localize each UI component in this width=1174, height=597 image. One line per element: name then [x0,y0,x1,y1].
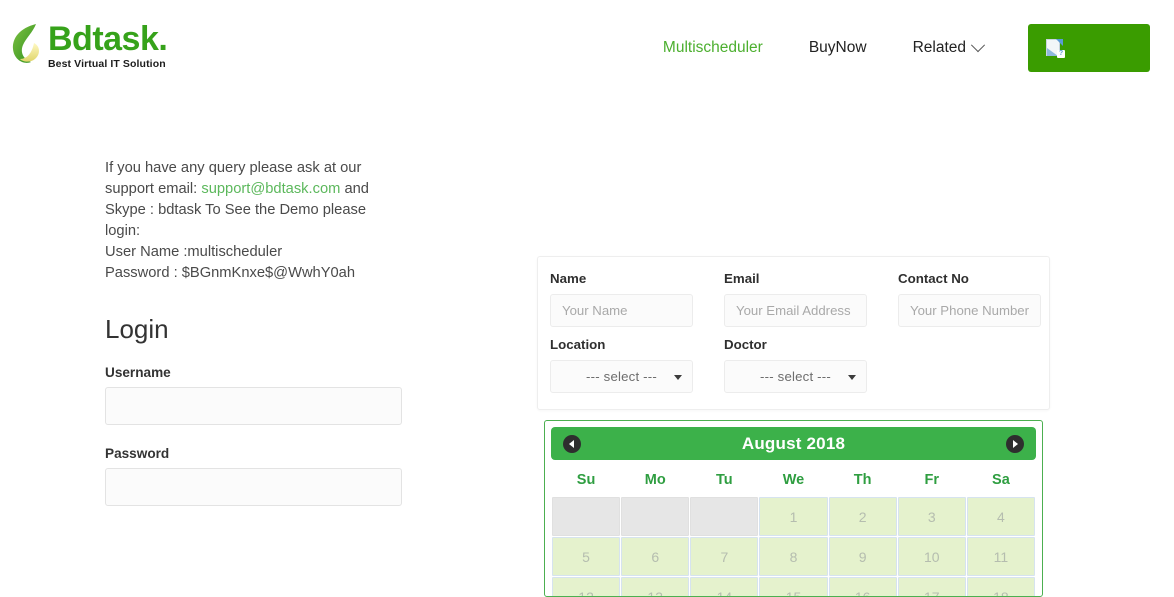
weekday-we: We [759,464,828,496]
info-line-6-password: Password : $BGnmKnxe$@WwhY0ah [105,265,356,281]
calendar-next-month-button[interactable] [1006,434,1024,453]
appointment-form-panel: Name Email Contact No Location --- selec… [537,256,1050,410]
name-label: Name [550,271,587,286]
caret-down-icon [674,374,682,380]
form-row-1: Name Email Contact No [550,271,1041,327]
calendar-day-cell[interactable]: 17 [897,577,966,596]
nav-item-related[interactable]: Related [890,36,1006,60]
info-line-2-suffix: and [340,181,369,197]
password-label: Password [105,446,170,461]
nav-item-multischeduler[interactable]: Multischeduler [640,36,786,60]
calendar-day-cell[interactable]: 2 [828,497,897,536]
info-line-3: Skype : bdtask To See the Demo please [105,202,366,218]
weekday-fr: Fr [897,464,966,496]
weekday-tu: Tu [690,464,759,496]
login-heading: Login [105,314,169,344]
calendar-day-cell[interactable]: 6 [621,537,690,576]
form-row-2: Location --- select --- Doctor --- selec… [550,337,1037,393]
calendar-day-cell[interactable]: 4 [966,497,1035,536]
info-line-5-username: User Name :multischeduler [105,244,283,260]
site-header: Bdtask. Best Virtual IT Solution Multisc… [0,0,1174,96]
contact-no-label: Contact No [898,271,969,286]
form-group-spacer [898,337,1037,393]
calendar-day-cell[interactable]: 18 [966,577,1035,596]
form-group-name: Name [550,271,693,327]
support-info-text: If you have any query please ask at our … [105,158,405,284]
calendar-week-row: 5 6 7 8 9 10 11 [552,537,1035,576]
form-group-doctor: Doctor --- select --- [724,337,867,393]
calendar-day-cell[interactable]: 3 [897,497,966,536]
name-input[interactable] [550,294,693,327]
calendar-day-cell[interactable]: 1 [759,497,828,536]
calendar-prev-month-button[interactable] [563,434,581,453]
location-select-value: --- select --- [586,369,657,384]
form-group-email: Email [724,271,867,327]
nav-item-related-label: Related [912,39,966,56]
doctor-select[interactable]: --- select --- [724,360,867,393]
calendar-day-cell[interactable]: 15 [759,577,828,596]
weekday-su: Su [552,464,621,496]
weekday-th: Th [828,464,897,496]
brand-text: Bdtask. Best Virtual IT Solution [48,20,168,70]
username-input[interactable] [105,387,402,425]
calendar-day-cell[interactable]: 8 [759,537,828,576]
email-label: Email [724,271,760,286]
calendar-day-cell[interactable]: 10 [897,537,966,576]
support-email-link[interactable]: support@bdtask.com [201,181,340,197]
calendar-body: 1 2 3 4 5 6 7 8 9 10 11 12 13 14 15 16 17 18 [552,497,1035,596]
nav-cta-button[interactable]: ? [1028,24,1150,72]
caret-down-icon [848,374,856,380]
form-group-contact: Contact No [898,271,1041,327]
chevron-down-icon [970,38,986,53]
calendar-empty-cell [621,497,690,536]
doctor-label: Doctor [724,337,767,352]
doctor-select-value: --- select --- [760,369,831,384]
calendar-day-cell[interactable]: 7 [690,537,759,576]
brand-tagline: Best Virtual IT Solution [48,58,166,70]
info-line-2-prefix: support email: [105,181,202,197]
left-column: If you have any query please ask at our … [105,158,405,506]
weekday-mo: Mo [621,464,690,496]
brand-logo[interactable]: Bdtask. Best Virtual IT Solution [10,20,168,70]
calendar-weekday-row: Su Mo Tu We Th Fr Sa [552,464,1035,496]
email-input[interactable] [724,294,867,327]
calendar-day-cell[interactable]: 12 [552,577,621,596]
calendar-empty-cell [552,497,621,536]
calendar-month-title: August 2018 [741,433,846,453]
calendar-week-row: 1234 [552,497,1035,536]
nav-item-buynow[interactable]: BuyNow [786,36,890,60]
weekday-sa: Sa [966,464,1035,496]
calendar-weekday-header: Su Mo Tu We Th Fr Sa [552,464,1035,496]
calendar-header: August 2018 [551,427,1036,460]
calendar-day-cell[interactable]: 5 [552,537,621,576]
info-line-1: If you have any query please ask at our [105,160,362,176]
calendar-day-cell[interactable]: 16 [828,577,897,596]
calendar-widget: August 2018 Su Mo Tu We Th Fr Sa 1234567… [544,420,1043,597]
contact-no-input[interactable] [898,294,1041,327]
calendar-day-cell[interactable]: 14 [690,577,759,596]
password-input[interactable] [105,468,402,506]
location-label: Location [550,337,606,352]
username-label: Username [105,365,171,380]
calendar-week-row: 12 13 14 15 16 17 18 [552,577,1035,596]
calendar-empty-cell [690,497,759,536]
calendar-day-cell[interactable]: 13 [621,577,690,596]
chevron-left-icon [569,439,574,448]
calendar-table: Su Mo Tu We Th Fr Sa 1 2 3 4 5 6 7 8 9 10 11 12 13 14… [551,463,1036,596]
broken-image-icon: ? [1046,38,1065,58]
brand-name: Bdtask. [48,20,168,58]
chevron-right-icon [1013,439,1018,448]
page-body: If you have any query please ask at our … [0,96,1174,597]
calendar-day-cell[interactable]: 9 [828,537,897,576]
info-line-4: login: [105,223,141,239]
main-navigation: Multischeduler BuyNow Related ? [640,24,1174,72]
bdtask-leaf-icon [10,20,44,66]
calendar-day-cell[interactable]: 11 [966,537,1035,576]
location-select[interactable]: --- select --- [550,360,693,393]
form-group-location: Location --- select --- [550,337,693,393]
